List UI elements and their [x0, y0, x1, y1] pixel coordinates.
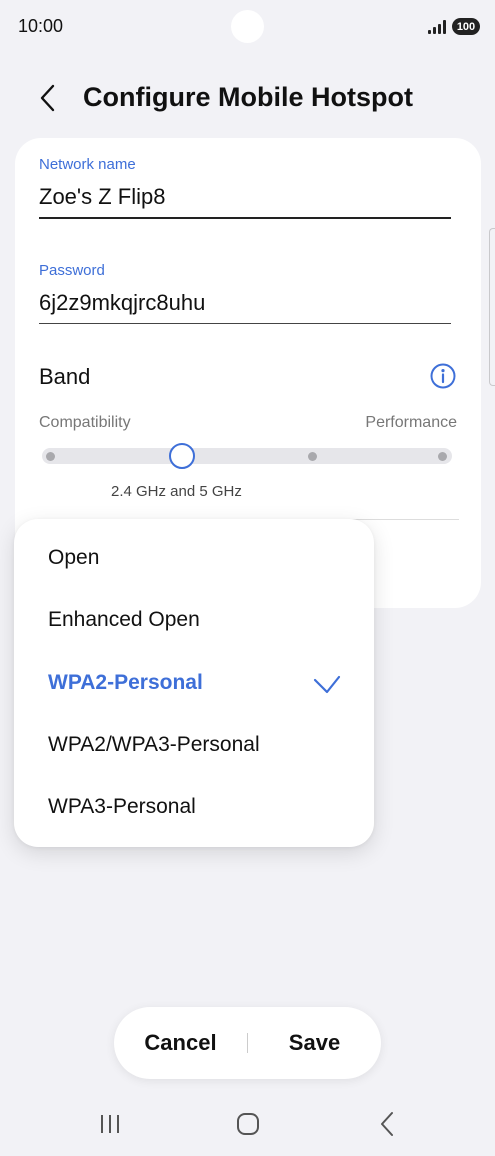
- option-label: WPA3-Personal: [48, 795, 196, 818]
- checkmark-icon: [313, 675, 341, 694]
- info-icon[interactable]: [429, 362, 457, 390]
- network-name-label: Network name: [39, 156, 136, 173]
- navigation-bar: [0, 1090, 495, 1156]
- network-name-input[interactable]: Zoe's Z Flip8: [39, 181, 451, 219]
- option-label: WPA2/WPA3-Personal: [48, 733, 260, 756]
- option-label: Enhanced Open: [48, 608, 200, 631]
- nav-back-button[interactable]: [367, 1106, 407, 1142]
- camera-cutout: [231, 10, 264, 43]
- band-label: Band: [39, 364, 91, 389]
- slider-step-1: [46, 452, 55, 461]
- page-title: Configure Mobile Hotspot: [83, 82, 413, 112]
- status-bar: 10:00 100: [0, 0, 495, 56]
- band-selected-value: 2.4 GHz and 5 GHz: [111, 483, 242, 500]
- password-field[interactable]: Password 6j2z9mkqjrc8uhu: [39, 262, 451, 324]
- password-input[interactable]: 6j2z9mkqjrc8uhu: [39, 287, 451, 324]
- security-dropdown: Open Enhanced Open WPA2-Personal WPA2/WP…: [14, 519, 374, 847]
- status-time: 10:00: [18, 16, 64, 36]
- home-icon: [237, 1113, 259, 1135]
- chevron-left-icon: [40, 84, 55, 112]
- signal-icon: [428, 19, 446, 34]
- password-label: Password: [39, 262, 105, 279]
- slider-step-3: [308, 452, 317, 461]
- security-option-enhanced-open[interactable]: Enhanced Open: [14, 590, 374, 652]
- band-scale-min-label: Compatibility: [39, 414, 131, 431]
- action-bar: Cancel Save: [114, 1007, 381, 1079]
- cancel-button[interactable]: Cancel: [114, 1007, 247, 1079]
- header: Configure Mobile Hotspot: [0, 74, 495, 122]
- network-name-field[interactable]: Network name Zoe's Z Flip8: [39, 156, 451, 219]
- battery-icon: 100: [452, 18, 480, 35]
- back-icon: [381, 1112, 393, 1136]
- security-option-wpa2-personal[interactable]: WPA2-Personal: [14, 653, 374, 715]
- option-label: Open: [48, 546, 100, 569]
- save-button[interactable]: Save: [248, 1007, 381, 1079]
- slider-track: [42, 448, 452, 464]
- scrollbar[interactable]: [489, 228, 495, 386]
- home-button[interactable]: [228, 1106, 268, 1142]
- recents-button[interactable]: [90, 1106, 130, 1142]
- slider-step-4: [438, 452, 447, 461]
- security-option-wpa3-personal[interactable]: WPA3-Personal: [14, 777, 374, 839]
- security-option-open[interactable]: Open: [14, 528, 374, 590]
- slider-thumb[interactable]: [169, 443, 195, 469]
- band-scale-max-label: Performance: [365, 414, 457, 431]
- status-icons: 100: [428, 18, 480, 35]
- security-option-wpa2-wpa3-personal[interactable]: WPA2/WPA3-Personal: [14, 715, 374, 777]
- recents-icon: [101, 1115, 119, 1133]
- option-label: WPA2-Personal: [48, 671, 203, 694]
- band-row: Band: [39, 360, 457, 394]
- back-button[interactable]: [30, 78, 66, 118]
